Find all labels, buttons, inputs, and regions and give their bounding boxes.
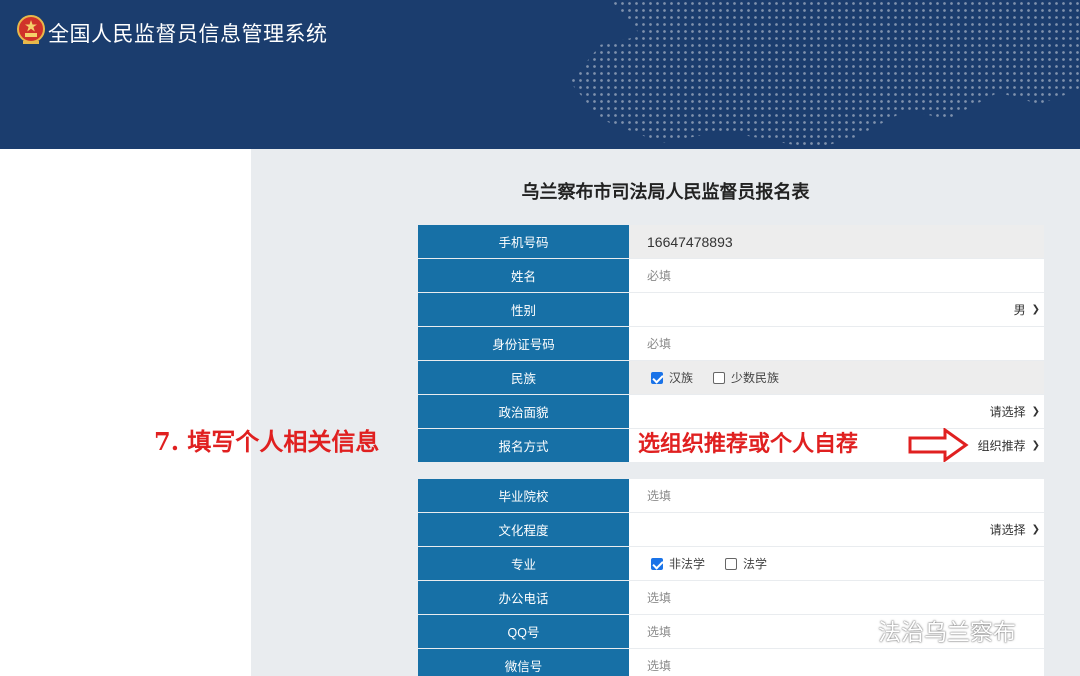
name-input[interactable]: 必填: [629, 259, 1044, 292]
major-options: 非法学 法学: [629, 547, 1044, 580]
political-selected: 请选择: [989, 405, 1026, 419]
political-select[interactable]: 请选择 ❯: [629, 395, 1044, 428]
qq-label: QQ号: [418, 615, 629, 648]
chevron-down-icon: ❯: [1031, 406, 1040, 417]
ethnicity-option-label: 少数民族: [731, 371, 780, 385]
checkbox-unchecked-icon[interactable]: [713, 371, 726, 384]
major-option-label: 法学: [743, 557, 768, 571]
gender-selected: 男: [1013, 303, 1026, 317]
phone-label: 手机号码: [418, 225, 629, 258]
wechat-icon: [834, 617, 869, 642]
school-label: 毕业院校: [418, 479, 629, 512]
wechat-label: 微信号: [418, 649, 629, 676]
id-number-label: 身份证号码: [418, 327, 629, 360]
chevron-down-icon: ❯: [1031, 304, 1040, 315]
arrow-right-icon: [908, 428, 969, 462]
header-banner: 全国人民监督员信息管理系统: [0, 0, 1080, 149]
apply-method-selected: 组织推荐: [977, 439, 1026, 453]
phone-value: 16647478893: [629, 225, 1044, 258]
national-emblem-icon: [17, 15, 45, 44]
school-row: 毕业院校 选填: [418, 479, 1044, 513]
ethnicity-row: 民族 汉族 少数民族: [418, 361, 1044, 395]
office-phone-row: 办公电话 选填: [418, 581, 1044, 615]
office-phone-input[interactable]: 选填: [629, 581, 1044, 614]
hint-annotation: 选组织推荐或个人自荐: [638, 431, 859, 457]
watermark: 法治乌兰察布: [832, 613, 1016, 647]
gender-label: 性别: [418, 293, 629, 326]
name-label: 姓名: [418, 259, 629, 292]
ethnicity-options: 汉族 少数民族: [629, 361, 1044, 394]
apply-method-label: 报名方式: [418, 429, 629, 462]
name-row: 姓名 必填: [418, 259, 1044, 293]
major-row: 专业 非法学 法学: [418, 547, 1044, 581]
watermark-text: 法治乌兰察布: [878, 619, 1016, 645]
gender-row: 性别 男 ❯: [418, 293, 1044, 327]
wechat-input[interactable]: 选填: [629, 649, 1044, 676]
major-option-label: 非法学: [669, 557, 706, 571]
education-select[interactable]: 请选择 ❯: [629, 513, 1044, 546]
education-row: 文化程度 请选择 ❯: [418, 513, 1044, 547]
education-label: 文化程度: [418, 513, 629, 546]
wechat-row: 微信号 选填: [418, 649, 1044, 676]
ethnicity-option-label: 汉族: [669, 371, 694, 385]
phone-row: 手机号码 16647478893: [418, 225, 1044, 259]
chevron-down-icon: ❯: [1031, 440, 1040, 451]
step-annotation: 7. 填写个人相关信息: [154, 427, 380, 456]
checkbox-unchecked-icon[interactable]: [725, 557, 738, 570]
form-title: 乌兰察布市司法局人民监督员报名表: [521, 182, 810, 202]
id-number-row: 身份证号码 必填: [418, 327, 1044, 361]
chevron-down-icon: ❯: [1031, 524, 1040, 535]
political-row: 政治面貌 请选择 ❯: [418, 395, 1044, 429]
school-input[interactable]: 选填: [629, 479, 1044, 512]
ethnicity-option-han[interactable]: 汉族: [651, 369, 693, 386]
dotted-map-decoration: [570, 0, 1080, 149]
major-label: 专业: [418, 547, 629, 580]
major-option-non-law[interactable]: 非法学: [651, 555, 705, 572]
ethnicity-option-minority[interactable]: 少数民族: [713, 369, 779, 386]
checkbox-checked-icon[interactable]: [651, 371, 663, 384]
system-title: 全国人民监督员信息管理系统: [48, 23, 328, 46]
gender-select[interactable]: 男 ❯: [629, 293, 1044, 326]
office-phone-label: 办公电话: [418, 581, 629, 614]
checkbox-checked-icon[interactable]: [651, 557, 663, 570]
ethnicity-label: 民族: [418, 361, 629, 394]
id-number-input[interactable]: 必填: [629, 327, 1044, 360]
major-option-law[interactable]: 法学: [725, 555, 767, 572]
political-label: 政治面貌: [418, 395, 629, 428]
education-selected: 请选择: [989, 523, 1026, 537]
